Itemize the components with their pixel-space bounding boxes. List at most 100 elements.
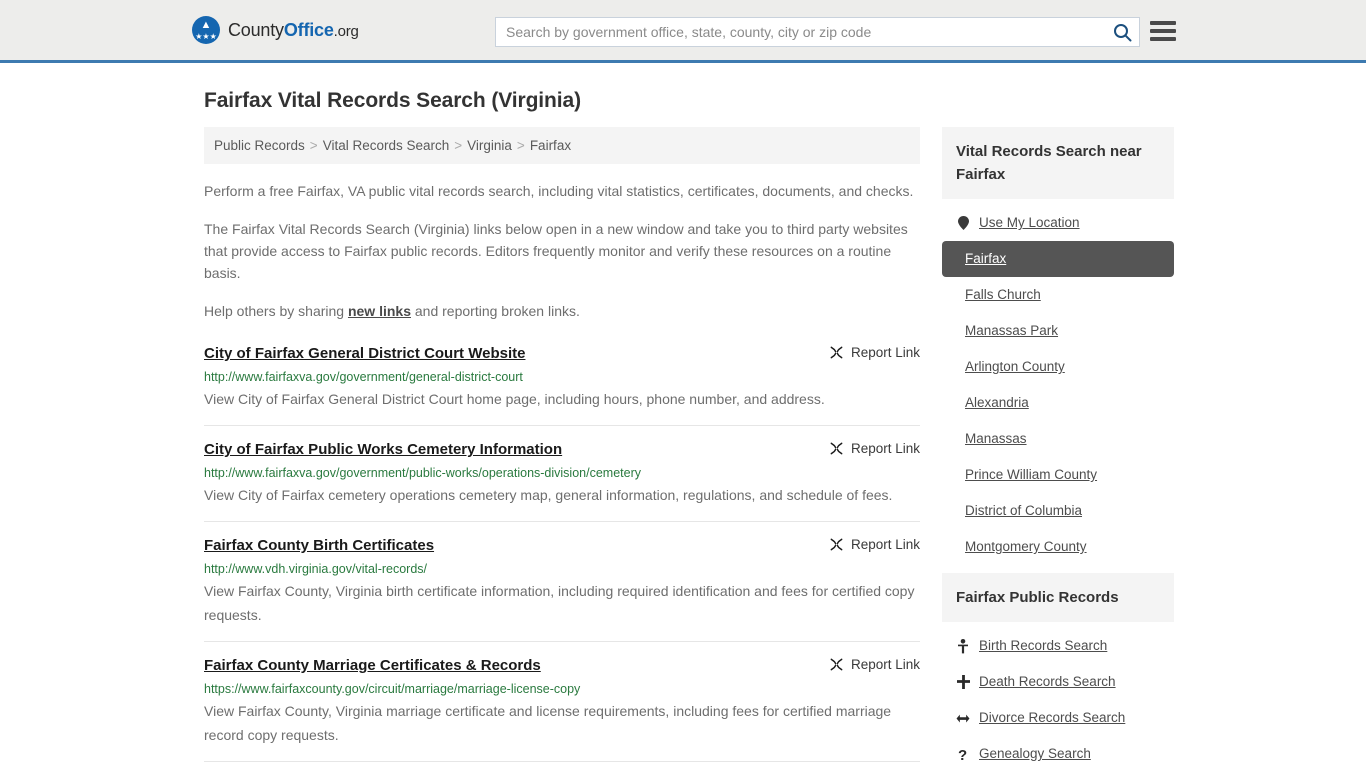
broken-link-icon (830, 346, 843, 359)
svg-text:?: ? (958, 747, 967, 762)
hamburger-bar-3 (1150, 37, 1176, 41)
content-columns: Public Records > Vital Records Search > Virg… (204, 127, 1174, 768)
public-records-heading: Fairfax Public Records (942, 573, 1174, 622)
records-item-label[interactable]: Divorce Records Search (979, 709, 1125, 727)
page-container: Fairfax Vital Records Search (Virginia) … (0, 89, 1366, 768)
sidebar-item-prince-william-county[interactable]: Prince William County (942, 457, 1174, 493)
cross-icon (956, 675, 970, 689)
sidebar-item-fairfax[interactable]: Fairfax (942, 241, 1174, 277)
sidebar-item-use-my-location[interactable]: Use My Location (942, 205, 1174, 241)
records-item-birth-records-search[interactable]: Birth Records Search (942, 628, 1174, 664)
search-input[interactable] (496, 18, 1105, 46)
nearby-searches-heading: Vital Records Search near Fairfax (942, 127, 1174, 199)
records-item-genealogy-search[interactable]: ? Genealogy Search (942, 736, 1174, 768)
breadcrumb-item-4[interactable]: Fairfax (530, 138, 571, 153)
result-description: View City of Fairfax General District Co… (204, 391, 825, 407)
breadcrumb-separator: > (309, 138, 318, 153)
records-item-label[interactable]: Birth Records Search (979, 637, 1107, 655)
hamburger-bar-2 (1150, 29, 1176, 33)
broken-link-icon (830, 442, 843, 455)
report-link-button[interactable]: Report Link (829, 656, 920, 672)
search-button[interactable] (1105, 18, 1139, 46)
report-link-label: Report Link (850, 441, 920, 456)
result-title-link[interactable]: Fairfax County Birth Certificates (204, 536, 434, 556)
result-item: Fairfax County Marriage Certificates & R… (204, 656, 920, 762)
broken-link-icon (830, 538, 843, 551)
baby-icon (956, 638, 970, 654)
result-item: City of Fairfax General District Court W… (204, 344, 920, 426)
result-title-link[interactable]: City of Fairfax Public Works Cemetery In… (204, 440, 562, 460)
intro-p3-before: Help others by sharing (204, 303, 348, 319)
intro-paragraph-2: The Fairfax Vital Records Search (Virgin… (204, 221, 908, 281)
sidebar-item-label[interactable]: Prince William County (965, 466, 1097, 484)
records-item-label[interactable]: Death Records Search (979, 673, 1116, 691)
result-title-link[interactable]: Fairfax County Marriage Certificates & R… (204, 656, 541, 676)
report-link-button[interactable]: Report Link (829, 440, 920, 456)
sidebar-item-label[interactable]: District of Columbia (965, 502, 1082, 520)
sidebar-item-label[interactable]: Montgomery County (965, 538, 1087, 556)
sidebar-item-label[interactable]: Manassas Park (965, 322, 1058, 340)
breadcrumb-separator: > (516, 138, 525, 153)
report-link-label: Report Link (850, 345, 920, 360)
result-header: Fairfax County Birth Certificates Report … (204, 536, 920, 556)
results-list: City of Fairfax General District Court W… (204, 344, 920, 768)
search-bar[interactable] (495, 17, 1140, 47)
sidebar-item-label[interactable]: Fairfax (965, 250, 1006, 268)
sidebar-item-district-of-columbia[interactable]: District of Columbia (942, 493, 1174, 529)
sidebar-item-manassas-park[interactable]: Manassas Park (942, 313, 1174, 349)
breadcrumb-item-1[interactable]: Public Records (214, 138, 305, 153)
search-icon (1113, 23, 1131, 41)
sidebar: Vital Records Search near Fairfax Use My… (942, 127, 1174, 768)
result-url: http://www.fairfaxva.gov/government/gene… (204, 370, 523, 384)
map-pin-icon (956, 216, 970, 230)
result-header: City of Fairfax Public Works Cemetery In… (204, 440, 920, 460)
sidebar-item-manassas[interactable]: Manassas (942, 421, 1174, 457)
result-title-link[interactable]: City of Fairfax General District Court W… (204, 344, 525, 364)
brand-part-office: Office (283, 19, 334, 40)
result-header: City of Fairfax General District Court W… (204, 344, 920, 364)
nearby-searches-panel: Vital Records Search near Fairfax Use My… (942, 127, 1174, 565)
left-right-arrow-icon (956, 713, 970, 724)
sidebar-item-falls-church[interactable]: Falls Church (942, 277, 1174, 313)
new-links-link[interactable]: new links (348, 303, 411, 319)
site-logo[interactable]: ▲ ★★★ CountyOffice.org (192, 16, 359, 44)
result-url: https://www.fairfaxcounty.gov/circuit/ma… (204, 682, 581, 696)
result-description: View Fairfax County, Virginia marriage c… (204, 703, 892, 743)
records-item-divorce-records-search[interactable]: Divorce Records Search (942, 700, 1174, 736)
records-item-death-records-search[interactable]: Death Records Search (942, 664, 1174, 700)
report-link-button[interactable]: Report Link (829, 536, 920, 552)
sidebar-item-label[interactable]: Falls Church (965, 286, 1041, 304)
intro-p3-after: and reporting broken links. (411, 303, 580, 319)
result-description: View Fairfax County, Virginia birth cert… (204, 583, 915, 623)
report-link-button[interactable]: Report Link (829, 344, 920, 360)
sidebar-item-label[interactable]: Alexandria (965, 394, 1029, 412)
sidebar-item-alexandria[interactable]: Alexandria (942, 385, 1174, 421)
main-column: Public Records > Vital Records Search > Virg… (204, 127, 920, 768)
site-logo-text: CountyOffice.org (228, 20, 359, 41)
records-item-label[interactable]: Genealogy Search (979, 745, 1091, 763)
breadcrumb-item-2[interactable]: Vital Records Search (323, 138, 450, 153)
broken-link-icon (830, 658, 843, 671)
sidebar-item-label[interactable]: Arlington County (965, 358, 1065, 376)
nearby-searches-list: Use My Location Fairfax Falls Church Manass… (942, 199, 1174, 565)
public-records-panel: Fairfax Public Records Birth Records Sea… (942, 573, 1174, 768)
sidebar-item-label[interactable]: Manassas (965, 430, 1027, 448)
sidebar-item-montgomery-county[interactable]: Montgomery County (942, 529, 1174, 565)
result-item: Fairfax County Birth Certificates Report … (204, 536, 920, 642)
brand-part-county: County (228, 19, 284, 40)
question-mark-icon: ? (956, 747, 970, 762)
result-item: City of Fairfax Public Works Cemetery In… (204, 440, 920, 522)
breadcrumb-item-3[interactable]: Virginia (467, 138, 512, 153)
hamburger-bar-1 (1150, 21, 1176, 25)
breadcrumb-separator: > (454, 138, 463, 153)
site-header: ▲ ★★★ CountyOffice.org (0, 0, 1366, 63)
brand-part-org: .org (333, 22, 359, 40)
result-url: http://www.fairfaxva.gov/government/publ… (204, 466, 641, 480)
result-description: View City of Fairfax cemetery operations… (204, 487, 893, 503)
intro-paragraph-3: Help others by sharing new links and rep… (204, 300, 920, 322)
sidebar-item-label[interactable]: Use My Location (979, 214, 1080, 232)
sidebar-item-arlington-county[interactable]: Arlington County (942, 349, 1174, 385)
public-records-list: Birth Records Search Death Records Search… (942, 622, 1174, 768)
page-title: Fairfax Vital Records Search (Virginia) (204, 89, 581, 112)
hamburger-menu-button[interactable] (1150, 19, 1176, 43)
